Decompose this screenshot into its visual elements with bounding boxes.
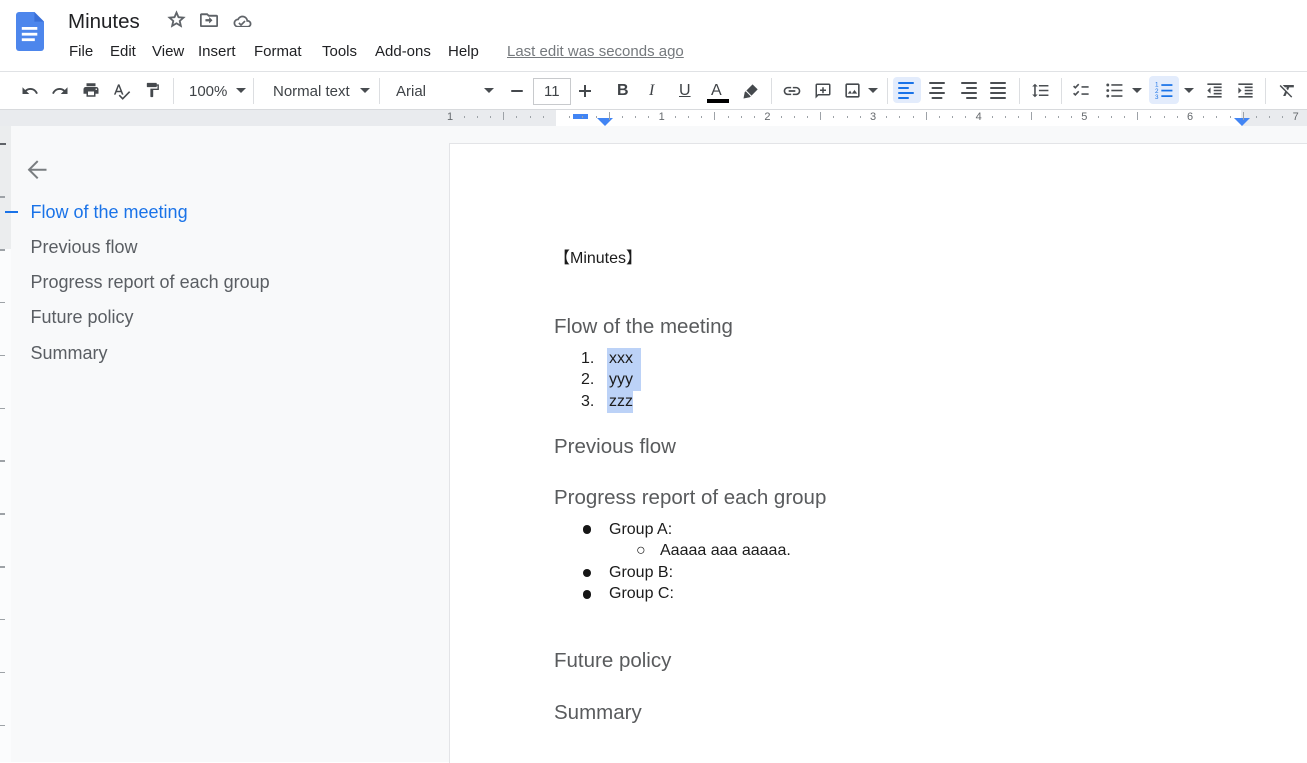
svg-text:3: 3 xyxy=(1155,94,1159,100)
